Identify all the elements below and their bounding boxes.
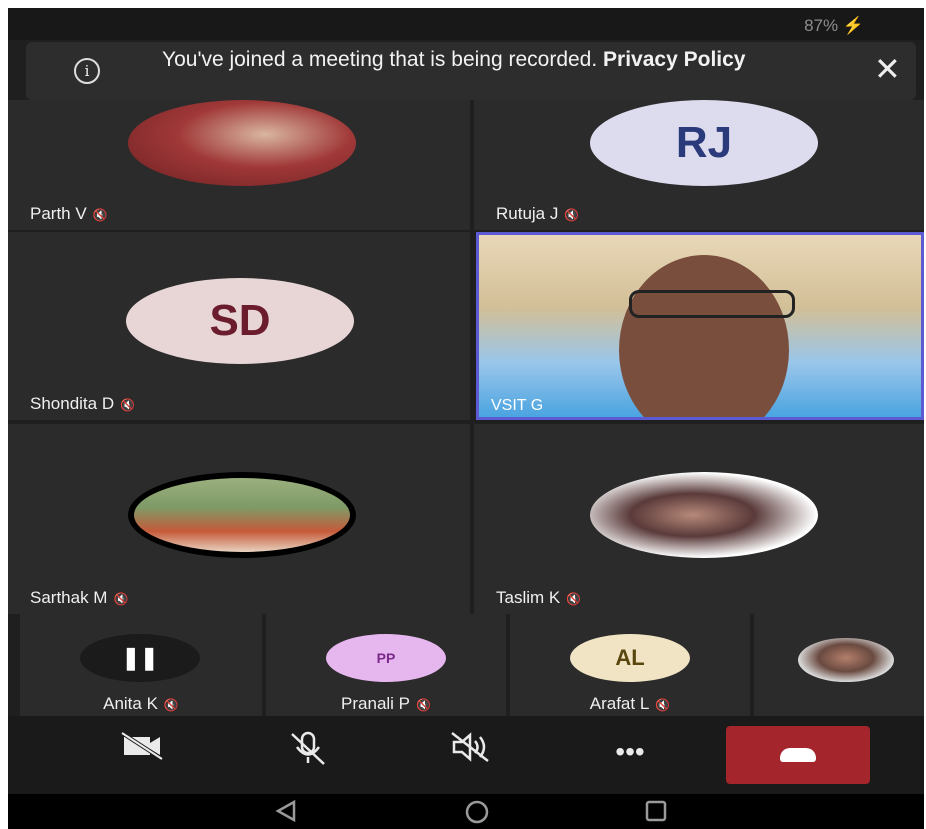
participant-name: Arafat L 🔇 (589, 694, 671, 713)
participant-name: Sarthak M 🔇 (30, 588, 129, 607)
close-icon[interactable]: ✕ (874, 50, 901, 88)
avatar-initials: RJ (590, 100, 818, 186)
participant-name: Parth V 🔇 (30, 204, 108, 223)
recording-notice-banner: i You've joined a meeting that is being … (26, 42, 916, 100)
avatar (798, 638, 894, 682)
avatar-initials: PP (326, 634, 446, 682)
participant-name: Rutuja J 🔇 (496, 204, 580, 223)
status-bar: 87% ⚡ (8, 8, 924, 40)
participant-name: Anita K 🔇 (103, 694, 179, 713)
mic-off-icon: 🔇 (163, 698, 179, 712)
participant-tile-sarthak[interactable]: Sarthak M 🔇 (8, 424, 470, 614)
home-icon[interactable] (464, 800, 490, 829)
mic-off-icon: 🔇 (120, 398, 136, 412)
participant-name: VSIT G (491, 397, 544, 414)
strip-tile-arafat[interactable]: AL Arafat L 🔇 (510, 614, 750, 716)
mic-off-icon: 🔇 (566, 592, 582, 606)
mic-off-icon: 🔇 (564, 208, 580, 222)
participant-name: Taslim K 🔇 (496, 588, 582, 607)
strip-tile-pranali[interactable]: PP Pranali P 🔇 (266, 614, 506, 716)
avatar-initials: SD (126, 278, 354, 364)
strip-tile-anita[interactable]: ❚❚ Anita K 🔇 (20, 614, 262, 716)
battery-level: 87% ⚡ (804, 16, 864, 35)
mic-off-icon: 🔇 (113, 592, 129, 606)
info-icon: i (74, 58, 100, 84)
back-icon[interactable] (274, 799, 298, 827)
mic-off-icon: 🔇 (92, 208, 108, 222)
teams-meeting-screen: 87% ⚡ i You've joined a meeting that is … (8, 8, 924, 829)
camera-off-icon[interactable] (112, 730, 172, 774)
call-controls: ••• (8, 716, 924, 794)
privacy-policy-link[interactable]: Privacy Policy (603, 48, 745, 71)
avatar (590, 472, 818, 558)
glasses-shape (629, 290, 795, 318)
mic-off-icon[interactable] (278, 730, 338, 774)
video-feed (619, 255, 789, 417)
mic-off-icon: 🔇 (416, 698, 431, 712)
participant-tile-parth[interactable]: Parth V 🔇 (8, 100, 470, 230)
participant-video-vsit[interactable]: VSIT G (476, 232, 924, 420)
pause-icon: ❚❚ (80, 634, 200, 682)
mic-off-icon: 🔇 (655, 698, 671, 712)
participant-name: Pranali P 🔇 (341, 694, 431, 713)
participant-tile-shondita[interactable]: SD Shondita D 🔇 (8, 232, 470, 420)
speaker-off-icon[interactable] (440, 730, 500, 774)
hang-up-button[interactable] (726, 726, 870, 784)
participant-tile-taslim[interactable]: Taslim K 🔇 (474, 424, 924, 614)
recording-notice-text: You've joined a meeting that is being re… (162, 48, 746, 71)
avatar (128, 472, 356, 558)
bolt-icon: ⚡ (842, 16, 864, 35)
more-options-button[interactable]: ••• (600, 730, 660, 774)
avatar-initials: AL (570, 634, 690, 682)
avatar (128, 100, 356, 186)
android-navigation-bar (8, 794, 924, 829)
strip-tile-overflow[interactable] (754, 614, 924, 716)
hang-up-icon (780, 748, 816, 762)
participant-name: Shondita D 🔇 (30, 394, 136, 413)
recents-icon[interactable] (644, 800, 668, 827)
participant-tile-rutuja[interactable]: RJ Rutuja J 🔇 (474, 100, 924, 230)
